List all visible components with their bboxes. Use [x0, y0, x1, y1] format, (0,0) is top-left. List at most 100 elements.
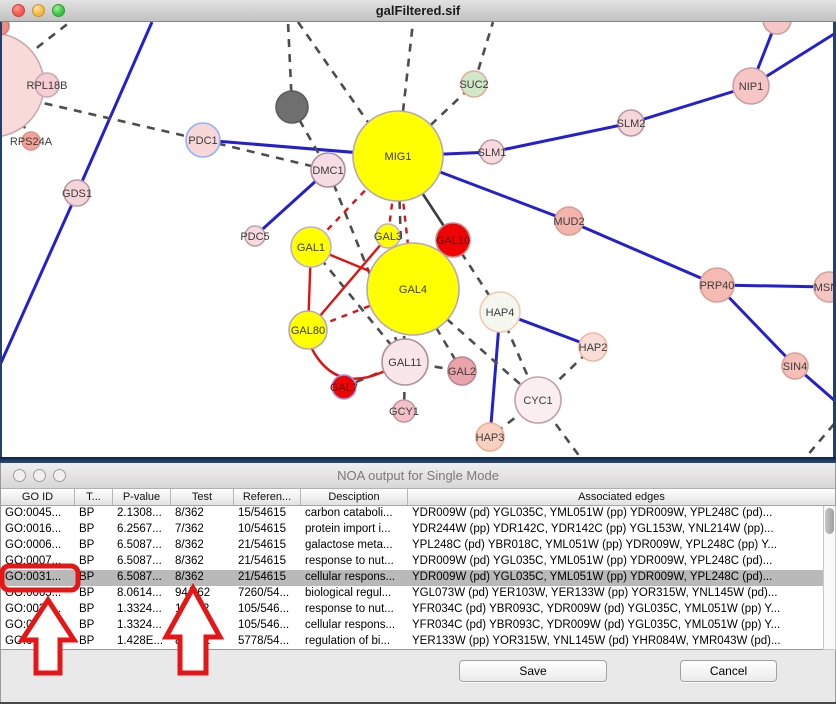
table-cell: BP	[75, 538, 113, 554]
node-label-gal11: GAL11	[388, 357, 421, 369]
table-row[interactable]: GO:0050...BP1.428E...80/3625778/54...reg…	[1, 634, 823, 650]
column-header-test[interactable]: Test	[171, 489, 234, 505]
table-cell: galactose meta...	[301, 538, 408, 554]
table-row[interactable]: GO:0006...BP6.5087...8/36221/54615galact…	[1, 538, 823, 554]
table-cell: 5778/54...	[234, 634, 301, 650]
table-cell: 11/362	[171, 602, 234, 618]
noa-window-title: NOA output for Single Mode	[1, 468, 835, 483]
table-cell: 105/546...	[234, 618, 301, 634]
network-edge	[312, 349, 385, 379]
table-cell: 80/362	[171, 634, 234, 650]
save-button[interactable]: Save	[459, 660, 607, 682]
table-cell: 21/54615	[234, 538, 301, 554]
node-label-mig1: MIG1	[385, 151, 412, 163]
table-cell: 8/362	[171, 554, 234, 570]
node-label-cyc1: CYC1	[523, 395, 552, 407]
table-row[interactable]: GO:0065...BP8.0614...94/3627260/54...bio…	[1, 586, 823, 602]
table-cell: YDR009W (pd) YGL035C, YML051W (pp) YDR00…	[408, 570, 823, 586]
network-node-gray-node[interactable]	[276, 91, 308, 123]
table-cell: BP	[75, 522, 113, 538]
results-table[interactable]: GO:0045...BP2.1308...8/36215/54615carbon…	[1, 506, 823, 650]
noa-output-window: NOA output for Single Mode GO IDT...P-va…	[0, 463, 836, 704]
cancel-button[interactable]: Cancel	[680, 660, 777, 682]
node-label-hap4: HAP4	[486, 307, 515, 319]
scrollbar-thumb[interactable]	[825, 508, 834, 534]
table-cell: 8.0614...	[113, 586, 171, 602]
network-edge	[631, 86, 751, 123]
node-label-pdc1: PDC1	[188, 135, 217, 147]
table-cell: BP	[75, 586, 113, 602]
node-label-sin4: SIN4	[783, 361, 807, 373]
node-label-hap2: HAP2	[579, 342, 608, 354]
table-row[interactable]: GO:0031...BP6.5087...8/36221/54615cellul…	[1, 570, 823, 586]
table-cell: regulation of bi...	[301, 634, 408, 650]
column-header-associated-edges[interactable]: Associated edges	[408, 489, 835, 505]
column-header-desciption[interactable]: Desciption	[301, 489, 408, 505]
table-cell: YFR034C (pd) YBR093C, YDR009W (pd) YGL03…	[408, 602, 823, 618]
table-cell: 7/362	[171, 522, 234, 538]
table-cell: YFR034C (pd) YBR093C, YDR009W (pd) YGL03…	[408, 618, 823, 634]
table-cell: BP	[75, 554, 113, 570]
table-cell: 8/362	[171, 570, 234, 586]
screen: galFiltered.sif RPL18BRPS24AGDS1PDC1PDC5…	[0, 0, 836, 704]
table-cell: BP	[75, 602, 113, 618]
table-row[interactable]: GO:0031...BP1.3324...11/362105/546...res…	[1, 602, 823, 618]
table-cell: GO:0031...	[1, 618, 75, 634]
table-cell: GO:0045...	[1, 506, 75, 522]
table-cell: 6.5087...	[113, 538, 171, 554]
node-label-gcy1: GCY1	[389, 406, 419, 418]
table-cell: 6.5087...	[113, 570, 171, 586]
node-label-gal10: GAL10	[436, 235, 470, 247]
node-label-mud2: MUD2	[553, 216, 584, 228]
network-node-corner-top-left[interactable]	[2, 22, 9, 35]
table-cell: 6.5087...	[113, 554, 171, 570]
table-cell: 2.1308...	[113, 506, 171, 522]
network-edge	[806, 424, 833, 457]
node-label-gal1: GAL1	[297, 242, 325, 254]
table-cell: 94/362	[171, 586, 234, 602]
table-cell: GO:0007...	[1, 554, 75, 570]
noa-titlebar: NOA output for Single Mode	[1, 463, 835, 489]
node-label-nip1: NIP1	[739, 81, 763, 93]
network-edge	[2, 193, 77, 365]
node-label-slm2: SLM2	[617, 118, 646, 130]
table-cell: response to nut...	[301, 602, 408, 618]
node-label-gal7: GAL7	[330, 382, 358, 394]
table-cell: 8/362	[171, 506, 234, 522]
column-header-p-value[interactable]: P-value	[113, 489, 171, 505]
table-cell: biological regul...	[301, 586, 408, 602]
table-cell: GO:0031...	[1, 570, 75, 586]
network-graph: RPL18BRPS24AGDS1PDC1PDC5DMC1MIG1SUC2SLM1…	[2, 22, 833, 457]
table-cell: carbon cataboli...	[301, 506, 408, 522]
table-cell: protein import i...	[301, 522, 408, 538]
main-window-titlebar: galFiltered.sif	[0, 0, 836, 22]
table-cell: 105/546...	[234, 602, 301, 618]
column-header-go-id[interactable]: GO ID	[1, 489, 75, 505]
table-cell: 11/362	[171, 618, 234, 634]
table-cell: YDR009W (pd) YGL035C, YML051W (pp) YDR00…	[408, 506, 823, 522]
node-label-suc2: SUC2	[459, 79, 488, 91]
column-header-t-[interactable]: T...	[75, 489, 113, 505]
results-table-header[interactable]: GO IDT...P-valueTestReferen...Desciption…	[1, 489, 835, 506]
table-row[interactable]: GO:0007...BP6.5087...8/36221/54615respon…	[1, 554, 823, 570]
table-cell: 1.3324...	[113, 602, 171, 618]
table-cell: GO:0050...	[1, 634, 75, 650]
table-cell: 7260/54...	[234, 586, 301, 602]
column-header-referen-[interactable]: Referen...	[234, 489, 301, 505]
node-label-gal80: GAL80	[291, 325, 325, 337]
network-edge	[492, 123, 631, 152]
table-row[interactable]: GO:0031...BP1.3324...11/362105/546...cel…	[1, 618, 823, 634]
table-cell: GO:0065...	[1, 586, 75, 602]
table-cell: 1.3324...	[113, 618, 171, 634]
network-canvas[interactable]: RPL18BRPS24AGDS1PDC1PDC5DMC1MIG1SUC2SLM1…	[0, 22, 836, 457]
vertical-scrollbar[interactable]	[823, 506, 836, 650]
table-cell: GO:0031...	[1, 602, 75, 618]
table-row[interactable]: GO:0045...BP2.1308...8/36215/54615carbon…	[1, 506, 823, 522]
network-node-top-pink[interactable]	[763, 22, 791, 34]
main-window-title: galFiltered.sif	[0, 3, 836, 18]
table-row[interactable]: GO:0016...BP6.2567...7/36210/54615protei…	[1, 522, 823, 538]
table-cell: YDR244W (pp) YDR142C, YDR142C (pp) YGL15…	[408, 522, 823, 538]
node-label-pdc5: PDC5	[240, 231, 269, 243]
node-label-rpl18b: RPL18B	[27, 80, 68, 92]
node-label-prp40: PRP40	[700, 280, 735, 292]
